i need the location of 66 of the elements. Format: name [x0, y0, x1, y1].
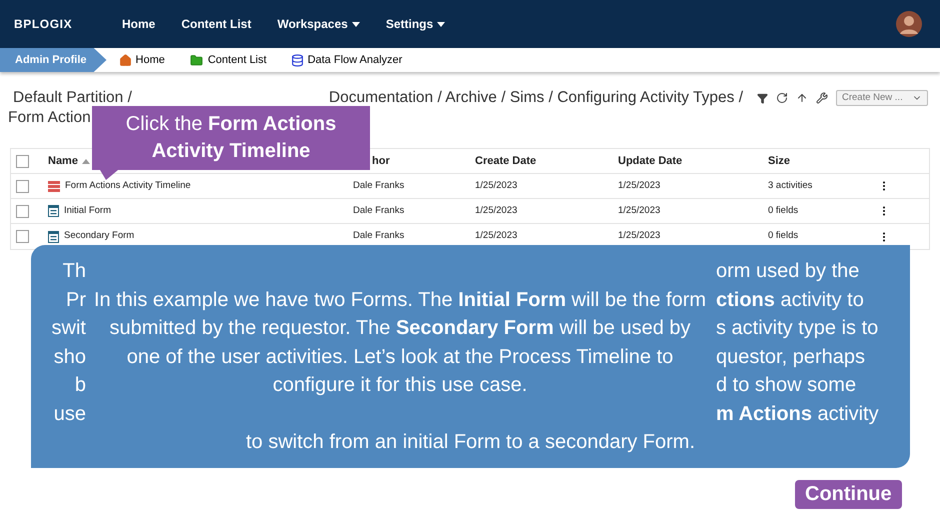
- caret-icon: [437, 22, 446, 26]
- table-cell: Dale Franks: [353, 204, 404, 216]
- column-header[interactable]: Size: [768, 152, 790, 170]
- callout-text: Click the Form Actions Activity Timeline: [124, 112, 338, 164]
- column-header[interactable]: hor: [372, 152, 390, 170]
- continue-button[interactable]: Continue: [795, 480, 902, 509]
- form-icon: [48, 230, 59, 242]
- table-cell: 0 fields: [768, 204, 798, 216]
- panel-text-fragment: orm used by the: [715, 259, 860, 284]
- table-cell: 1/25/2023: [618, 204, 660, 216]
- panel-text-fragment: m Actions activity: [715, 402, 880, 426]
- nav-link[interactable]: Content List: [181, 15, 252, 33]
- logo: BPLOGIX: [14, 16, 74, 33]
- breadcrumb-current: Form Action: [8, 109, 91, 126]
- refresh-icon[interactable]: [776, 92, 788, 104]
- table-cell: Dale Franks: [353, 230, 404, 242]
- panel-text-fragment: swit: [50, 316, 86, 341]
- house-icon: [118, 54, 132, 66]
- item-name-link[interactable]: Secondary Form: [64, 229, 134, 244]
- instruction-text: In this example we have two Forms. The Initial Form will be the form submitted by the requestor. The Secondary Form will be used by one of the user activities. Let’s look at the Process Timeline to configure it for this use case.: [92, 288, 708, 398]
- panel-text: to switch from an initial Form to a secondary Form.: [244, 430, 696, 455]
- nav-link[interactable]: Home: [122, 15, 156, 33]
- wrench-icon[interactable]: [816, 92, 828, 104]
- panel-text-fragment: s activity type is to: [716, 316, 878, 341]
- quick-link[interactable]: Home: [118, 52, 165, 68]
- panel-text-fragment: Th: [62, 259, 87, 284]
- row-checkbox[interactable]: [16, 180, 29, 192]
- column-header[interactable]: Name: [48, 152, 90, 170]
- table-cell: 1/25/2023: [475, 204, 518, 216]
- table-cell: 3 activities: [768, 180, 812, 191]
- quick-link[interactable]: Content List: [188, 52, 267, 68]
- breadcrumb-path: Documentation / Archive / Sims / Configuring Activity Types /: [328, 88, 743, 108]
- panel-text-fragment: use: [52, 402, 87, 426]
- panel-text-fragment: sho: [52, 344, 86, 370]
- panel-text-fragment: d to show some: [716, 373, 856, 398]
- item-name-link[interactable]: Form Actions Activity Timeline: [65, 178, 191, 194]
- nav-link[interactable]: Workspaces: [277, 15, 360, 33]
- panel-text-fragment: ctions activity to: [716, 288, 864, 312]
- database-icon: [290, 54, 304, 66]
- row-checkbox[interactable]: [16, 230, 29, 243]
- panel-text-fragment: questor, perhaps: [716, 344, 865, 370]
- form-icon: [48, 205, 59, 217]
- column-header[interactable]: Create Date: [475, 152, 536, 170]
- table-cell: 1/25/2023: [475, 230, 518, 242]
- quick-link[interactable]: Data Flow Analyzer: [290, 52, 402, 68]
- table-cell: 0 fields: [768, 230, 798, 242]
- create-new-dropdown[interactable]: Create New ...: [836, 90, 928, 106]
- filter-icon[interactable]: [757, 92, 768, 104]
- table-cell: 1/25/2023: [475, 180, 518, 191]
- folder-icon: [188, 54, 204, 66]
- item-name-link[interactable]: Initial Form: [64, 204, 111, 218]
- timeline-icon: [48, 180, 60, 192]
- arrow-up-icon[interactable]: [796, 92, 808, 104]
- panel-text-fragment: Pr: [65, 288, 86, 312]
- sort-ascending-icon: [82, 158, 90, 164]
- column-header[interactable]: Update Date: [618, 152, 682, 170]
- caret-icon: [352, 22, 360, 26]
- nav-link[interactable]: Settings: [386, 15, 446, 33]
- select-all-checkbox[interactable]: [16, 154, 29, 168]
- table-cell: 1/25/2023: [618, 230, 660, 242]
- breadcrumb-path: Default Partition /: [13, 88, 132, 108]
- table-cell: 1/25/2023: [618, 180, 660, 191]
- panel-text-fragment: b: [74, 373, 86, 398]
- table-cell: Dale Franks: [353, 180, 404, 191]
- row-checkbox[interactable]: [16, 204, 29, 218]
- avatar[interactable]: [896, 11, 922, 37]
